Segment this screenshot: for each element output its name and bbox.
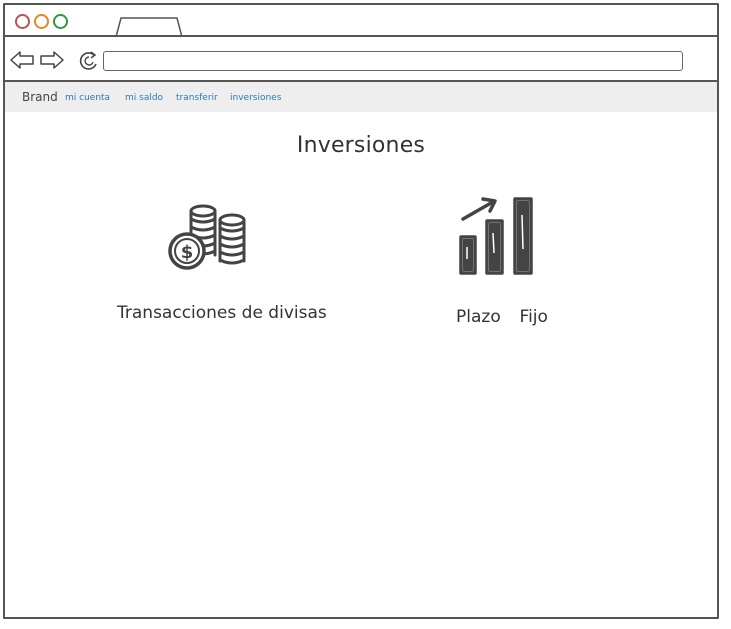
nav-link-mi-saldo[interactable]: mi saldo	[125, 93, 163, 103]
brand-logo[interactable]: Brand	[22, 90, 58, 104]
browser-toolbar	[5, 37, 717, 82]
page-title: Inversiones	[296, 133, 426, 158]
card-label-transacciones[interactable]: Transacciones de divisas	[117, 303, 327, 323]
reload-icon[interactable]	[78, 50, 100, 72]
minimize-window-icon[interactable]	[34, 14, 49, 29]
browser-tab[interactable]	[115, 17, 183, 37]
nav-link-mi-cuenta[interactable]: mi cuenta	[65, 93, 110, 103]
navbar: Brand mi cuenta mi saldo transferir inve…	[5, 82, 717, 112]
card-label-plazo-fijo[interactable]: Plazo Fijo	[456, 307, 548, 327]
growth-chart-icon[interactable]	[457, 193, 543, 277]
coins-icon[interactable]: $	[163, 203, 249, 271]
title-bar	[5, 5, 717, 37]
close-window-icon[interactable]	[15, 14, 30, 29]
maximize-window-icon[interactable]	[53, 14, 68, 29]
back-arrow-icon[interactable]	[9, 49, 35, 71]
browser-window: Brand mi cuenta mi saldo transferir inve…	[3, 3, 719, 619]
nav-link-inversiones[interactable]: inversiones	[230, 93, 281, 103]
forward-arrow-icon[interactable]	[39, 49, 65, 71]
nav-link-transferir[interactable]: transferir	[176, 93, 218, 103]
svg-text:$: $	[181, 242, 194, 263]
address-bar[interactable]	[103, 51, 683, 71]
